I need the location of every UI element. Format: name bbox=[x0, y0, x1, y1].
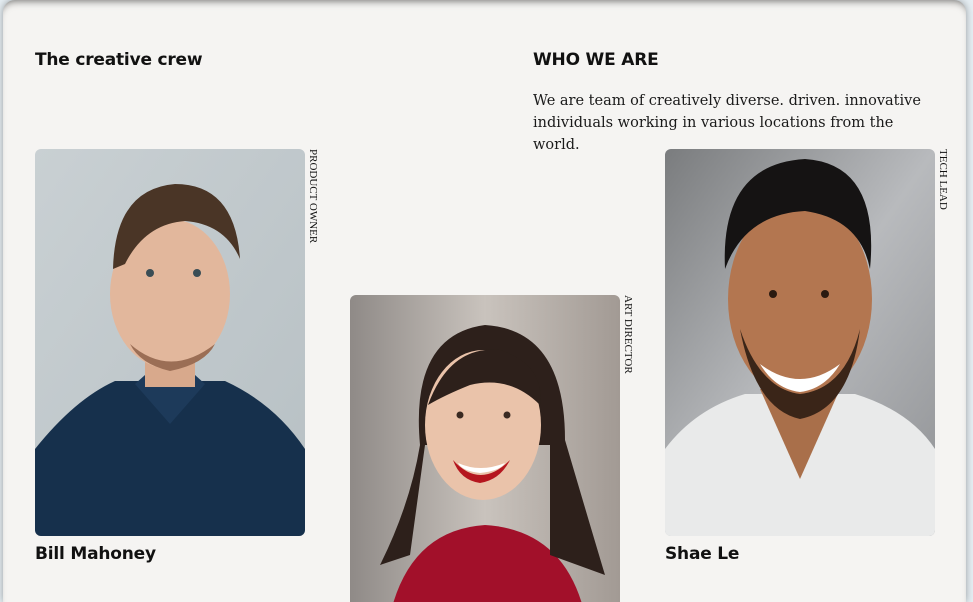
member-photo-bill bbox=[35, 149, 305, 536]
woman-portrait-image bbox=[350, 295, 620, 602]
member-name: Shae Le bbox=[665, 544, 740, 564]
man-portrait-image bbox=[35, 149, 305, 536]
member-photo-shae bbox=[665, 149, 935, 536]
team-page: The creative crew WHO WE ARE We are team… bbox=[3, 0, 966, 602]
member-role: PRODUCT OWNER bbox=[307, 149, 319, 244]
member-role: TECH LEAD bbox=[937, 149, 949, 210]
member-photo-art-director bbox=[350, 295, 620, 602]
member-name: Bill Mahoney bbox=[35, 544, 156, 564]
section-title: The creative crew bbox=[35, 50, 203, 70]
intro-text: We are team of creatively diverse. drive… bbox=[533, 93, 921, 153]
man-portrait-image bbox=[665, 149, 935, 536]
who-we-are-title: WHO WE ARE bbox=[533, 50, 659, 70]
member-role: ART DIRECTOR bbox=[622, 295, 634, 374]
